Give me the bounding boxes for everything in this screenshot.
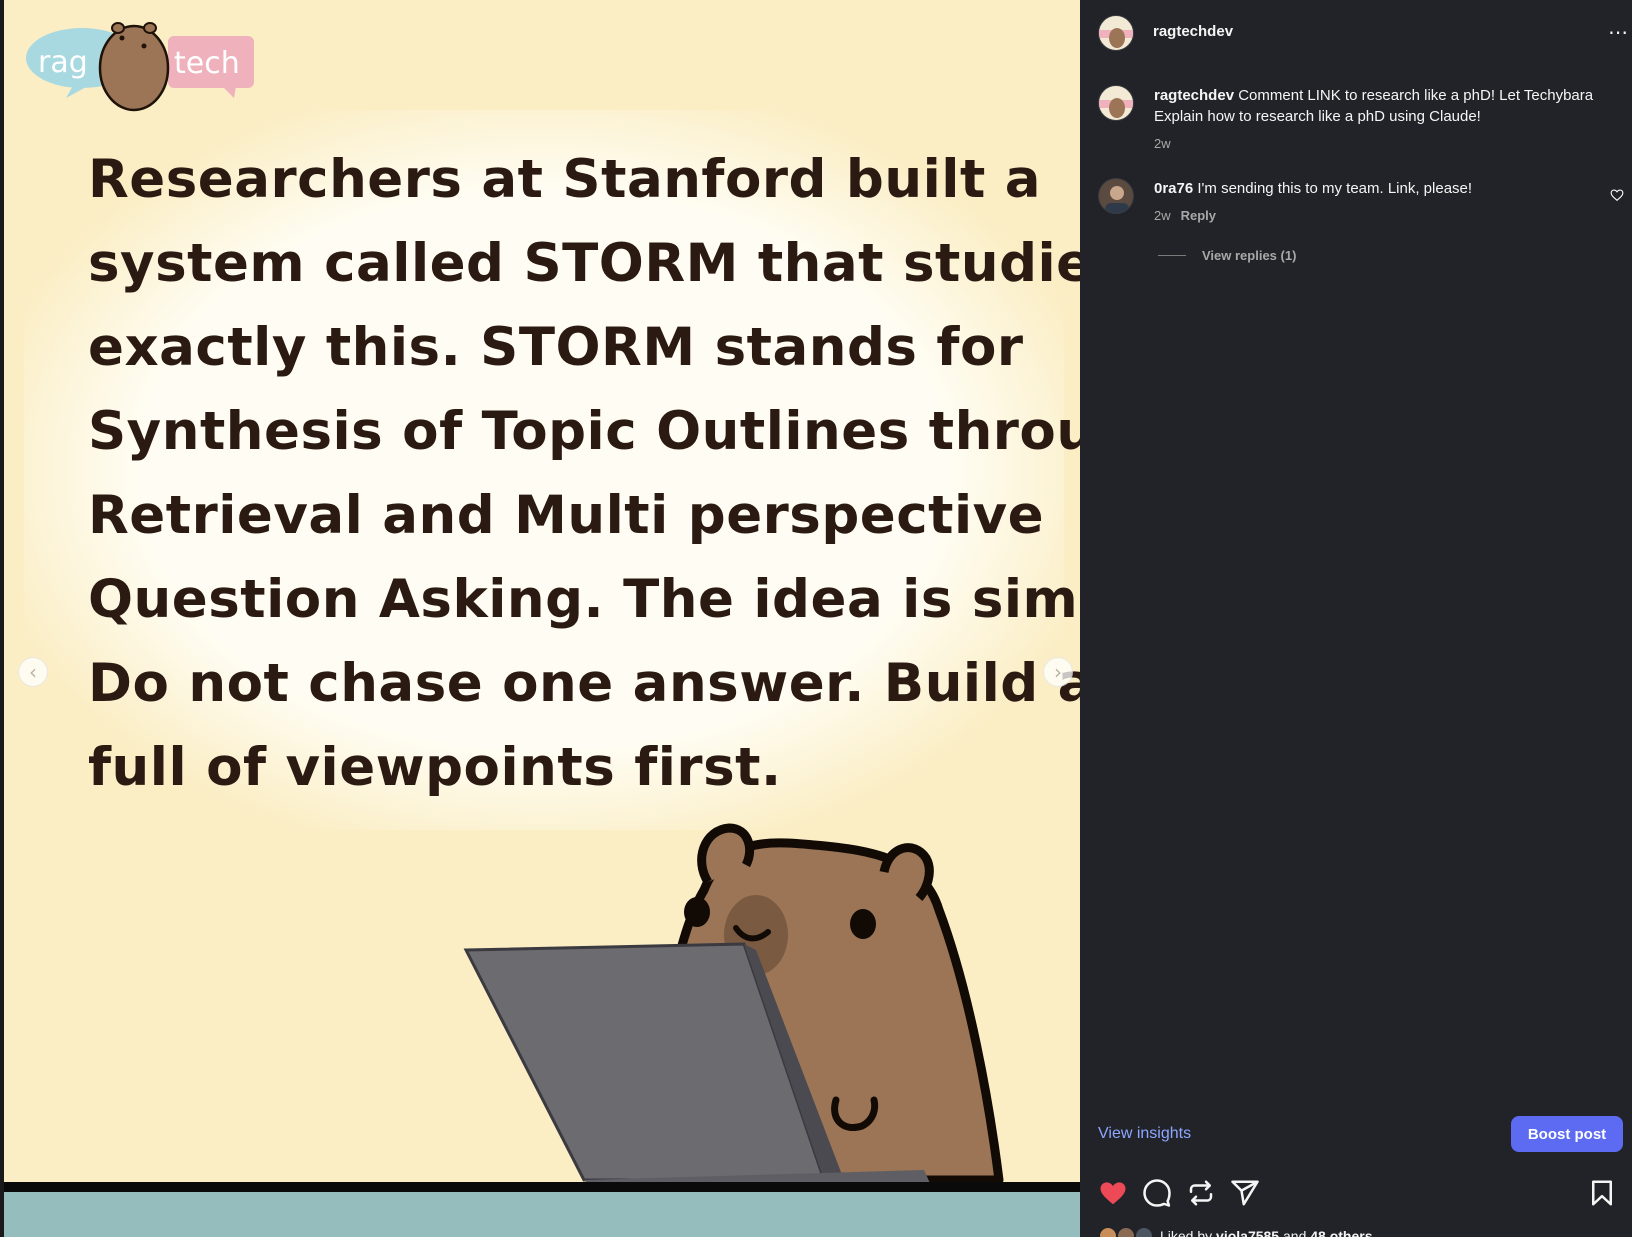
carousel-prev-button[interactable]: ‹ xyxy=(18,657,48,687)
comment-time: 2w xyxy=(1154,208,1171,223)
comment-body: I'm sending this to my team. Link, pleas… xyxy=(1197,180,1473,197)
header-avatar[interactable] xyxy=(1098,15,1134,51)
liked-by-summary: Liked by viola7585 and 48 others xyxy=(1098,1226,1373,1237)
chevron-right-icon: › xyxy=(1054,660,1062,684)
logo-tech-text: tech xyxy=(174,46,240,81)
chevron-left-icon: ‹ xyxy=(29,660,37,684)
comment-username[interactable]: 0ra76 xyxy=(1154,180,1193,197)
liked-user-link[interactable]: viola7585 xyxy=(1216,1228,1279,1237)
save-bookmark-icon[interactable] xyxy=(1587,1178,1617,1208)
header-username[interactable]: ragtechdev xyxy=(1153,23,1233,40)
caption-username[interactable]: ragtechdev xyxy=(1154,87,1234,104)
slide-line: system called STORM that studies xyxy=(88,233,1080,294)
liked-prefix: Liked by xyxy=(1160,1228,1213,1237)
comment-like-icon[interactable] xyxy=(1610,188,1624,202)
post-sidebar: ragtechdev ⋯ ragtechdev Comment LINK to … xyxy=(1080,0,1632,1237)
carousel-next-button[interactable]: › xyxy=(1043,657,1073,687)
comment-meta: 2w Reply xyxy=(1154,208,1216,223)
caption-time: 2w xyxy=(1154,136,1171,151)
slide-line: exactly this. STORM stands for xyxy=(88,317,1024,378)
comment-avatar[interactable] xyxy=(1098,178,1134,214)
logo-rag-text: rag xyxy=(38,45,88,80)
view-insights-link[interactable]: View insights xyxy=(1098,1125,1191,1143)
liker-avatar xyxy=(1134,1226,1154,1237)
share-icon[interactable] xyxy=(1230,1178,1260,1208)
slide-line: Synthesis of Topic Outlines through xyxy=(88,401,1080,462)
caption-text: ragtechdev Comment LINK to research like… xyxy=(1154,85,1614,127)
comment-icon[interactable] xyxy=(1142,1178,1172,1208)
comment-text: 0ra76 I'm sending this to my team. Link,… xyxy=(1154,178,1594,199)
capybara-avatar-icon xyxy=(1099,28,1133,48)
boost-post-button[interactable]: Boost post xyxy=(1511,1116,1623,1152)
slide-line: Retrieval and Multi perspective xyxy=(88,485,1045,546)
slide-text: Researchers at Stanford built a system c… xyxy=(88,138,1080,810)
replies-divider xyxy=(1158,255,1186,256)
post-media: rag tech Researchers at Stanford built a… xyxy=(0,0,1080,1237)
more-options-icon[interactable]: ⋯ xyxy=(1608,20,1629,45)
caption-avatar[interactable] xyxy=(1098,85,1134,121)
reply-button[interactable]: Reply xyxy=(1181,208,1216,223)
repost-icon[interactable] xyxy=(1186,1178,1216,1208)
slide-line: Researchers at Stanford built a xyxy=(88,149,1041,210)
liked-others-link[interactable]: 48 others xyxy=(1310,1228,1372,1237)
liker-avatar xyxy=(1116,1226,1136,1237)
slide-line: Question Asking. The idea is simple. xyxy=(88,569,1080,630)
liker-avatar xyxy=(1098,1226,1118,1237)
liked-avatars xyxy=(1098,1226,1156,1237)
view-replies-label: View replies (1) xyxy=(1202,248,1297,263)
user-avatar-icon xyxy=(1105,186,1129,213)
view-replies-button[interactable]: View replies (1) xyxy=(1158,248,1296,263)
capybara-avatar-icon xyxy=(1099,98,1133,118)
slide-line: full of viewpoints first. xyxy=(88,737,782,798)
slide-line: Do not chase one answer. Build a room xyxy=(88,653,1080,714)
liked-middle: and xyxy=(1283,1228,1307,1237)
ragtech-logo: rag tech xyxy=(26,22,254,112)
capybara-laptop-illustration xyxy=(4,823,1080,1237)
like-heart-icon[interactable] xyxy=(1098,1178,1128,1208)
